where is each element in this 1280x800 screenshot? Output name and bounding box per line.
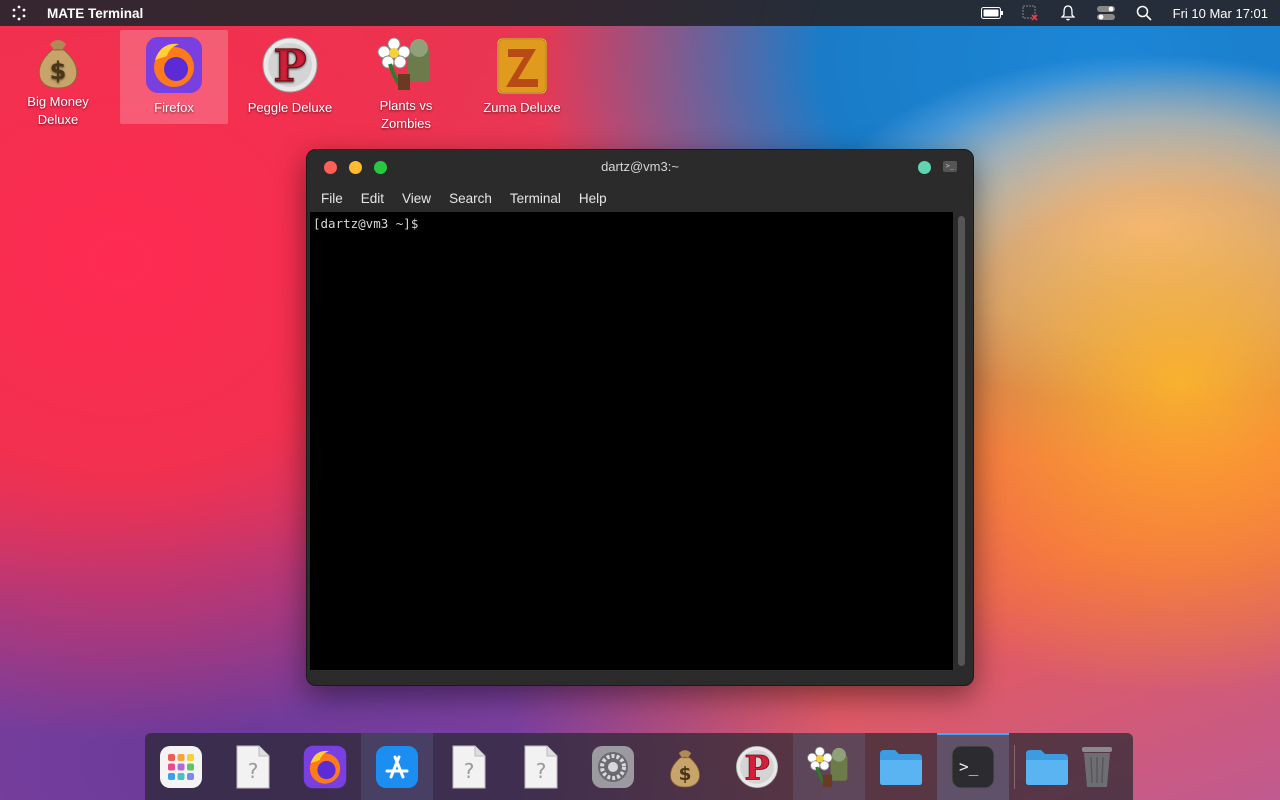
folder-icon [1026, 749, 1068, 785]
search-icon[interactable] [1125, 0, 1163, 26]
terminal-window: dartz@vm3:~ >_ File Edit View Search Ter… [306, 149, 974, 686]
terminal-output[interactable]: [dartz@vm3 ~]$ [310, 212, 953, 670]
dock: ? ? ? $ P >_ [145, 733, 1133, 800]
status-dot-icon[interactable] [918, 161, 931, 174]
dock-app-grid[interactable] [145, 733, 217, 800]
desktop-icon-big-money[interactable]: $ Big Money Deluxe [4, 30, 112, 127]
peggle-icon: P [735, 745, 779, 788]
svg-text:$: $ [679, 764, 692, 785]
desktop-icon-peggle[interactable]: P Peggle Deluxe [236, 30, 344, 124]
app-store-icon [376, 745, 418, 788]
peggle-icon: P [259, 34, 321, 96]
shell-prompt: [dartz@vm3 ~]$ [313, 216, 419, 231]
menu-view[interactable]: View [394, 191, 439, 206]
toggle-icon[interactable] [1087, 0, 1125, 26]
dock-trash[interactable] [1074, 733, 1120, 800]
menu-terminal[interactable]: Terminal [502, 191, 569, 206]
app-grid-icon [160, 745, 202, 788]
network-icon[interactable] [1011, 0, 1049, 26]
dock-app-store[interactable] [361, 733, 433, 800]
terminal-icon: >_ [951, 745, 995, 788]
desktop-icon-label: Big Money Deluxe [27, 94, 89, 127]
terminal-small-icon[interactable]: >_ [943, 161, 957, 172]
menu-icon[interactable] [9, 3, 29, 23]
unknown-file-icon: ? [236, 745, 270, 788]
dock-terminal[interactable]: >_ [937, 733, 1009, 800]
desktop-icon-zuma[interactable]: Zuma Deluxe [468, 30, 576, 124]
folder-icon [880, 749, 922, 785]
menu-file[interactable]: File [313, 191, 351, 206]
dock-peggle[interactable]: P [721, 733, 793, 800]
window-menubar: File Edit View Search Terminal Help [307, 184, 973, 212]
bell-icon[interactable] [1049, 0, 1087, 26]
desktop-icon-label: Zuma Deluxe [483, 100, 561, 115]
firefox-icon [303, 745, 347, 788]
menu-edit[interactable]: Edit [353, 191, 392, 206]
svg-text:P: P [744, 747, 769, 787]
svg-text:?: ? [536, 759, 547, 783]
unknown-file-icon: ? [524, 745, 558, 788]
scrollbar-thumb[interactable] [958, 216, 965, 666]
desktop-icon-firefox[interactable]: Firefox [120, 30, 228, 124]
dock-folder[interactable] [865, 733, 937, 800]
desktop-icon-plants-vs-zombies[interactable]: Plants vs Zombies [352, 30, 460, 131]
dock-folder-2[interactable] [1020, 733, 1074, 800]
menu-search[interactable]: Search [441, 191, 500, 206]
dock-unknown-file-3[interactable]: ? [505, 733, 577, 800]
svg-text:>_: >_ [959, 757, 979, 776]
trash-icon [1082, 746, 1112, 787]
dock-unknown-file-2[interactable]: ? [433, 733, 505, 800]
svg-text:?: ? [248, 759, 259, 783]
window-titlebar[interactable]: dartz@vm3:~ >_ [307, 150, 973, 184]
money-bag-icon: $ [670, 749, 700, 787]
settings-gear-icon [592, 745, 634, 788]
desktop-icon-label: Peggle Deluxe [247, 100, 333, 115]
desktop-icon-label: Plants vs Zombies [379, 98, 433, 131]
money-bag-icon: $ [27, 34, 89, 90]
dock-firefox[interactable] [289, 733, 361, 800]
scrollbar[interactable] [957, 214, 966, 668]
top-panel: MATE Terminal Fri 10 Mar 17:01 [0, 0, 1280, 26]
plants-icon [807, 746, 848, 787]
active-app-title[interactable]: MATE Terminal [47, 6, 143, 21]
svg-text:?: ? [464, 759, 475, 783]
desktop-icon-label: Firefox [154, 100, 194, 115]
dock-settings[interactable] [577, 733, 649, 800]
window-title: dartz@vm3:~ [601, 159, 679, 174]
dock-plants-vs-zombies[interactable] [793, 733, 865, 800]
dock-big-money[interactable]: $ [649, 733, 721, 800]
plants-icon [375, 34, 437, 94]
svg-text:P: P [273, 41, 306, 92]
menu-help[interactable]: Help [571, 191, 615, 206]
battery-icon[interactable] [973, 0, 1011, 26]
clock[interactable]: Fri 10 Mar 17:01 [1173, 6, 1268, 21]
zuma-icon [491, 34, 553, 96]
svg-text:$: $ [50, 57, 67, 85]
firefox-icon [143, 34, 205, 96]
dock-separator [1014, 744, 1015, 789]
dock-unknown-file-1[interactable]: ? [217, 733, 289, 800]
unknown-file-icon: ? [452, 745, 486, 788]
